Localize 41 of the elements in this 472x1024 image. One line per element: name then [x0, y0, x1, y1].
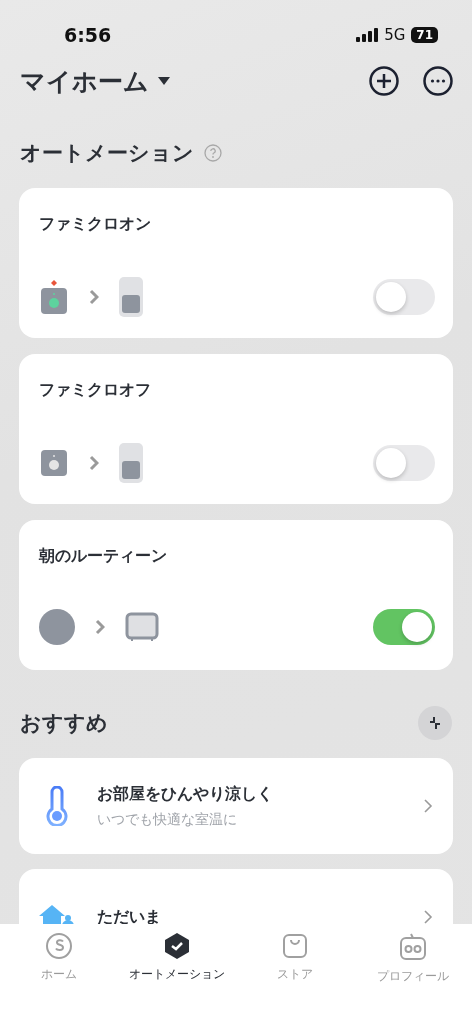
add-button[interactable] [368, 65, 400, 97]
dropdown-caret-icon[interactable] [157, 76, 171, 86]
home-title[interactable]: マイホーム [20, 64, 149, 98]
section-title: オートメーション [20, 140, 194, 167]
switch-icon [119, 443, 143, 483]
recommendation-card[interactable]: ただいま [19, 869, 453, 924]
s-logo-icon [45, 932, 73, 960]
recommendation-subtitle: いつでも快適な室温に [97, 810, 238, 829]
chevron-right-icon [89, 455, 99, 471]
automation-card[interactable]: ファミクロオフ [19, 354, 453, 504]
robot-icon [398, 932, 428, 962]
section-title: おすすめ [20, 710, 108, 737]
recommendation-card[interactable]: お部屋をひんやり涼しく いつでも快適な室温に [19, 758, 453, 854]
check-icon [163, 932, 191, 960]
tv-icon [125, 612, 159, 642]
network-label: 5G [384, 26, 406, 44]
automation-name: ファミクロオン [39, 214, 152, 235]
chevron-right-icon [95, 619, 105, 635]
battery-indicator: 71 [411, 27, 438, 43]
button-device-icon [39, 448, 69, 478]
chevron-right-icon [423, 798, 433, 814]
collapse-button[interactable] [418, 706, 452, 740]
chevron-right-icon [89, 289, 99, 305]
shopping-bag-icon [281, 932, 309, 960]
automation-card[interactable]: ファミクロオン [19, 188, 453, 338]
signal-icon [356, 28, 379, 42]
recommendation-title: お部屋をひんやり涼しく [97, 783, 274, 805]
switch-icon [119, 277, 143, 317]
automation-name: 朝のルーティーン [39, 546, 168, 567]
tab-bar-item[interactable]: オートメーション [118, 932, 236, 983]
automation-card[interactable]: 朝のルーティーン [19, 520, 453, 670]
automation-name: ファミクロオフ [39, 380, 152, 401]
status-time: 6:56 [64, 24, 112, 46]
toggle-switch[interactable] [373, 609, 435, 645]
toggle-switch[interactable] [373, 445, 435, 481]
hub-icon [39, 609, 75, 645]
chevron-right-icon [423, 909, 433, 924]
button-device-icon [39, 278, 69, 316]
recommendation-title: ただいま [97, 906, 162, 924]
toggle-switch[interactable] [373, 279, 435, 315]
more-button[interactable] [422, 65, 454, 97]
